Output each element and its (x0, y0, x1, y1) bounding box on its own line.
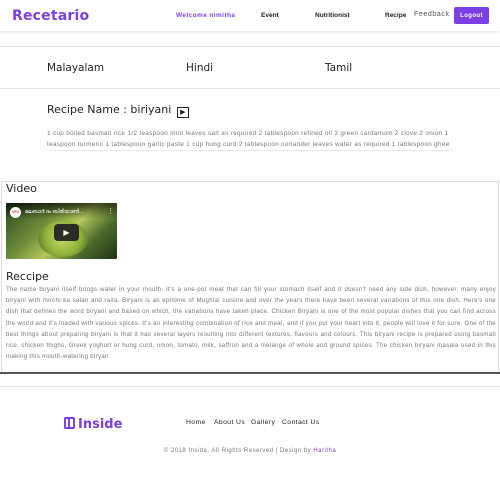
footer-link-contact[interactable]: Contact Us (282, 419, 320, 426)
welcome-message: Welcome nimitha (176, 12, 236, 19)
language-malayalam[interactable]: Malayalam (47, 62, 104, 74)
section-separator (0, 372, 500, 374)
footer-link-about[interactable]: About Us (214, 419, 245, 426)
video-player[interactable]: VFC മലബാർ ദം ബിരിയാണി... ⋮ ▶ (6, 203, 117, 259)
divider (0, 88, 500, 89)
footer-logo[interactable]: Inside (64, 417, 122, 432)
video-heading: Video (6, 182, 37, 195)
nav-feedback[interactable]: Feedback (414, 11, 450, 18)
video-caption[interactable]: മലബാർ ദം ബിരിയാണി... (25, 209, 83, 215)
recipe-name-label: Recipe Name : biriyani (47, 103, 172, 116)
copyright-author-link[interactable]: Haritha (313, 448, 336, 454)
more-options-icon[interactable]: ⋮ (107, 208, 114, 215)
inside-logo-icon (64, 417, 75, 429)
ingredients-text: 1 cup boiled basmati rice 1/2 teaspoon m… (47, 130, 450, 148)
nav-nutritionist[interactable]: Nutritionist (315, 12, 350, 19)
navbar: Recetario Welcome nimitha Event Nutritio… (0, 0, 500, 31)
recipe-name-heading: Recipe Name : biriyani ▶ (47, 103, 189, 118)
divider (0, 46, 500, 47)
recipe-description-text: The name biryani itself brings water in … (6, 286, 496, 361)
divider (0, 386, 500, 387)
divider (47, 150, 453, 151)
nav-recipe[interactable]: Recipe (385, 12, 406, 19)
footer-link-home[interactable]: Home (186, 419, 206, 426)
video-play-button[interactable]: ▶ (54, 224, 79, 241)
play-icon[interactable]: ▶ (176, 107, 189, 118)
copyright-text: © 2018 Inside. All Rights Reserved | Des… (0, 448, 500, 454)
recipe-description-heading: Reccipe (6, 270, 49, 283)
brand-logo[interactable]: Recetario (12, 8, 89, 24)
language-hindi[interactable]: Hindi (186, 62, 213, 74)
logout-button[interactable]: Logout (454, 7, 489, 24)
language-tamil[interactable]: Tamil (325, 62, 352, 74)
copyright-prefix: © 2018 Inside. All Rights Reserved | Des… (163, 448, 314, 454)
channel-logo-icon[interactable]: VFC (10, 207, 21, 218)
nav-event[interactable]: Event (261, 12, 279, 19)
footer-logo-text: Inside (78, 417, 123, 432)
footer-link-gallery[interactable]: Gallery (251, 419, 275, 426)
